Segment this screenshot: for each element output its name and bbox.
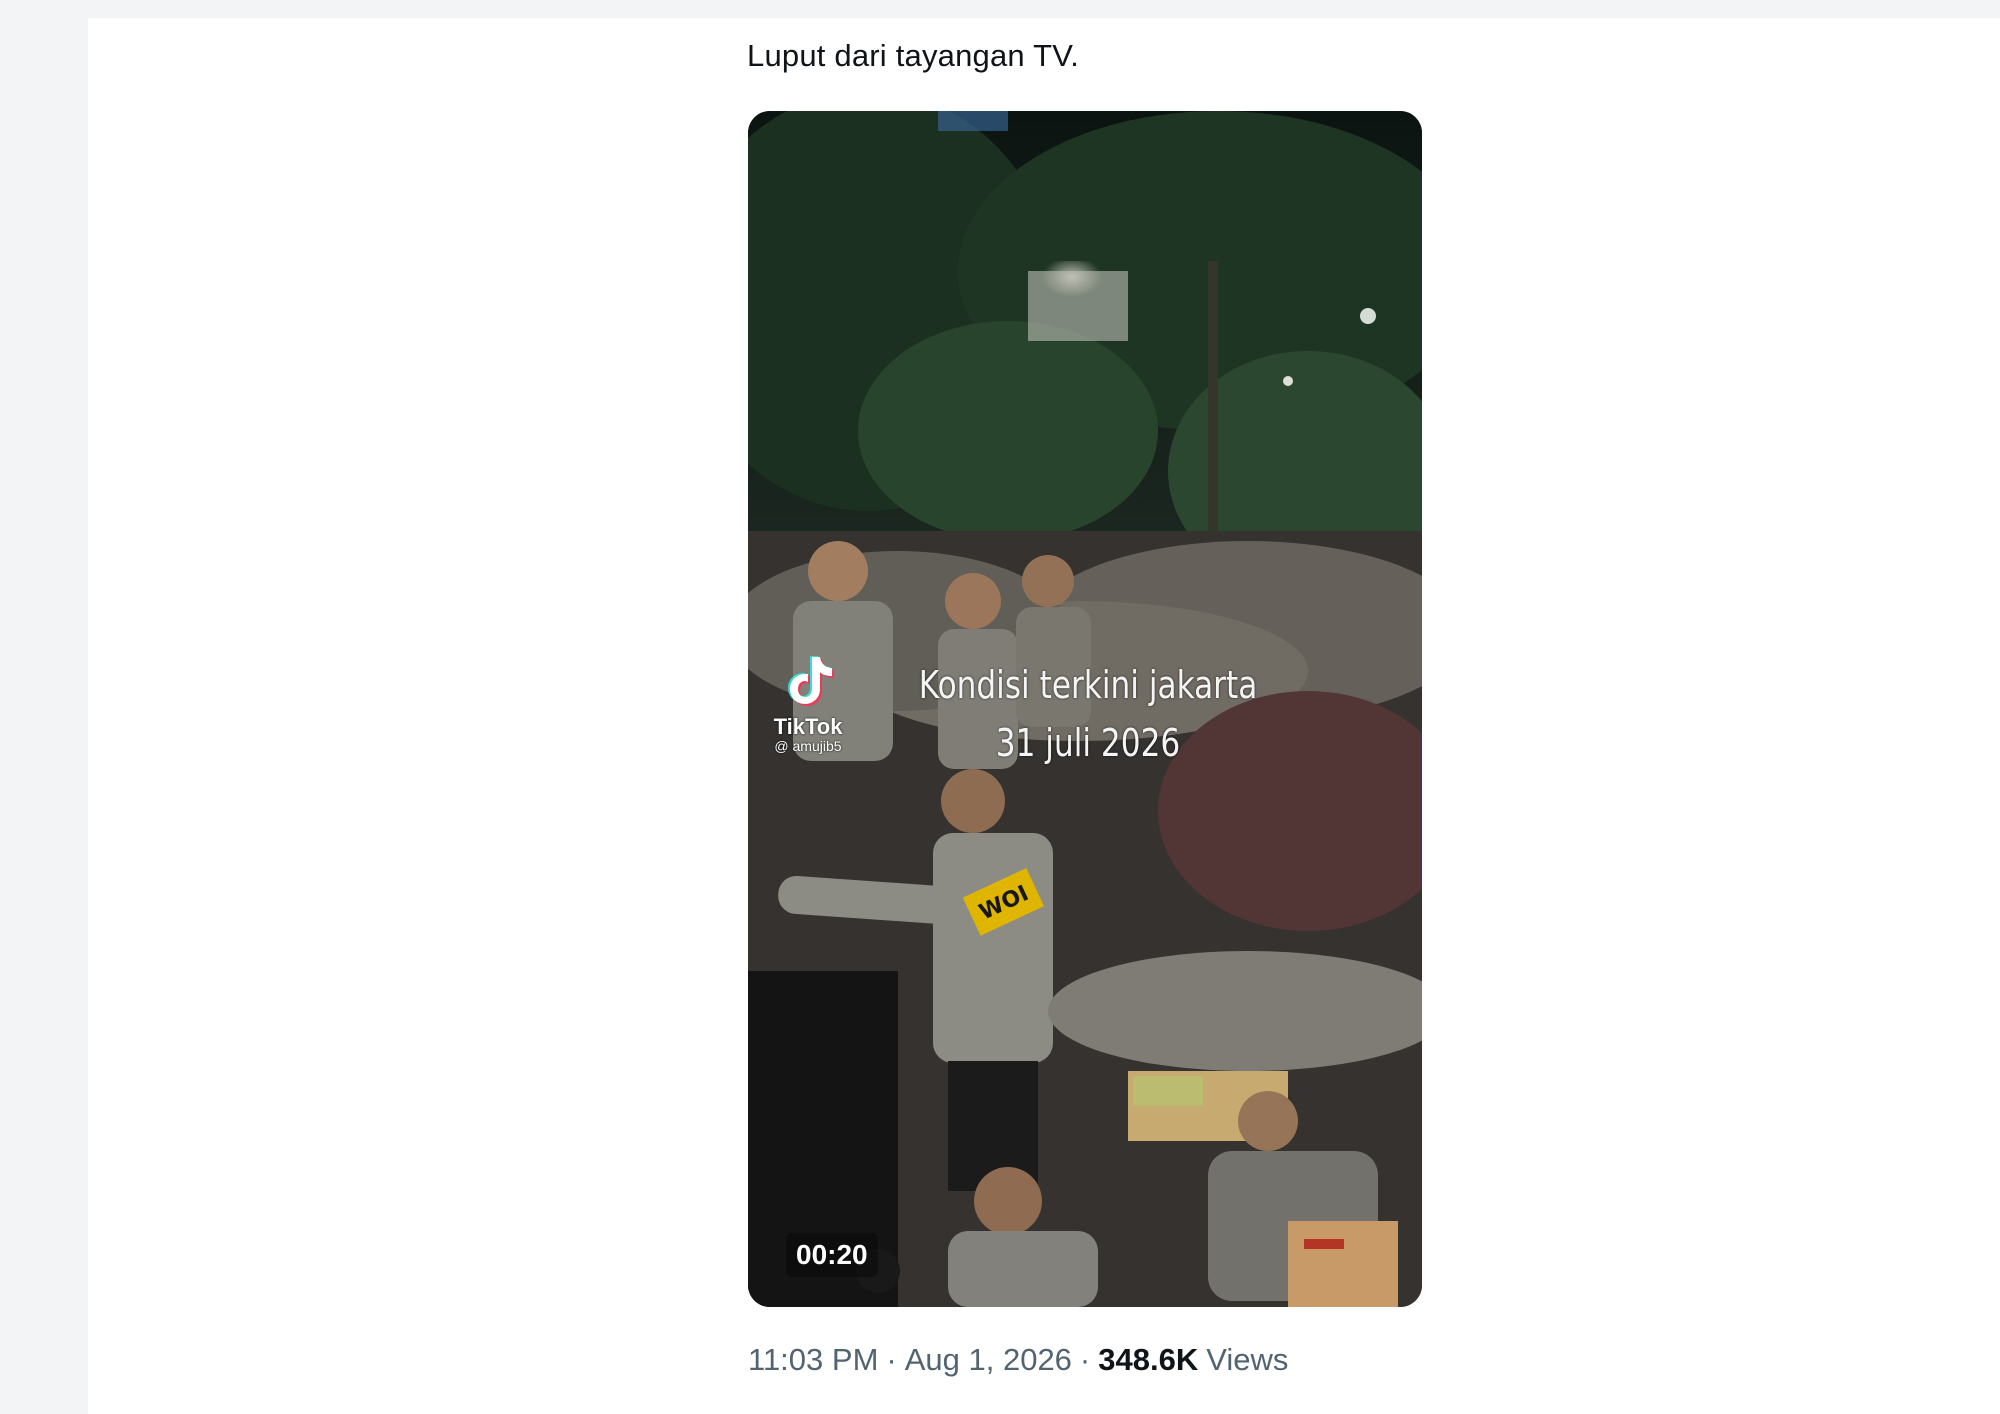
tiktok-handle: @ amujib5 — [774, 738, 842, 754]
tweet-time[interactable]: 11:03 PM — [748, 1342, 878, 1377]
tiktok-logo-icon — [788, 656, 834, 706]
tweet-date[interactable]: Aug 1, 2026 — [905, 1342, 1072, 1377]
meta-separator: · — [1079, 1342, 1091, 1377]
overlay-line-1: Kondisi terkini jakarta — [918, 663, 1258, 707]
video-player[interactable]: WOI TikTok @ amujib5 Kondisi terkini jak… — [748, 111, 1422, 1307]
meta-separator: · — [886, 1342, 897, 1377]
tiktok-brand: TikTok — [773, 714, 843, 739]
views-label: Views — [1206, 1342, 1289, 1377]
tiktok-watermark: TikTok @ amujib5 — [758, 651, 858, 754]
views-count[interactable]: 348.6K — [1098, 1342, 1198, 1377]
video-duration-badge: 00:20 — [786, 1233, 878, 1277]
page-background: Luput dari tayangan TV. WOI TikTok @ amu… — [0, 0, 2000, 1414]
video-overlay-caption: Kondisi terkini jakarta 31 juli 2026 — [899, 656, 1276, 772]
overlay-line-2: 31 juli 2026 — [995, 721, 1181, 765]
tweet-text: Luput dari tayangan TV. — [747, 38, 1080, 73]
tweet-meta: 11:03 PM · Aug 1, 2026 · 348.6K Views — [748, 1342, 1288, 1378]
